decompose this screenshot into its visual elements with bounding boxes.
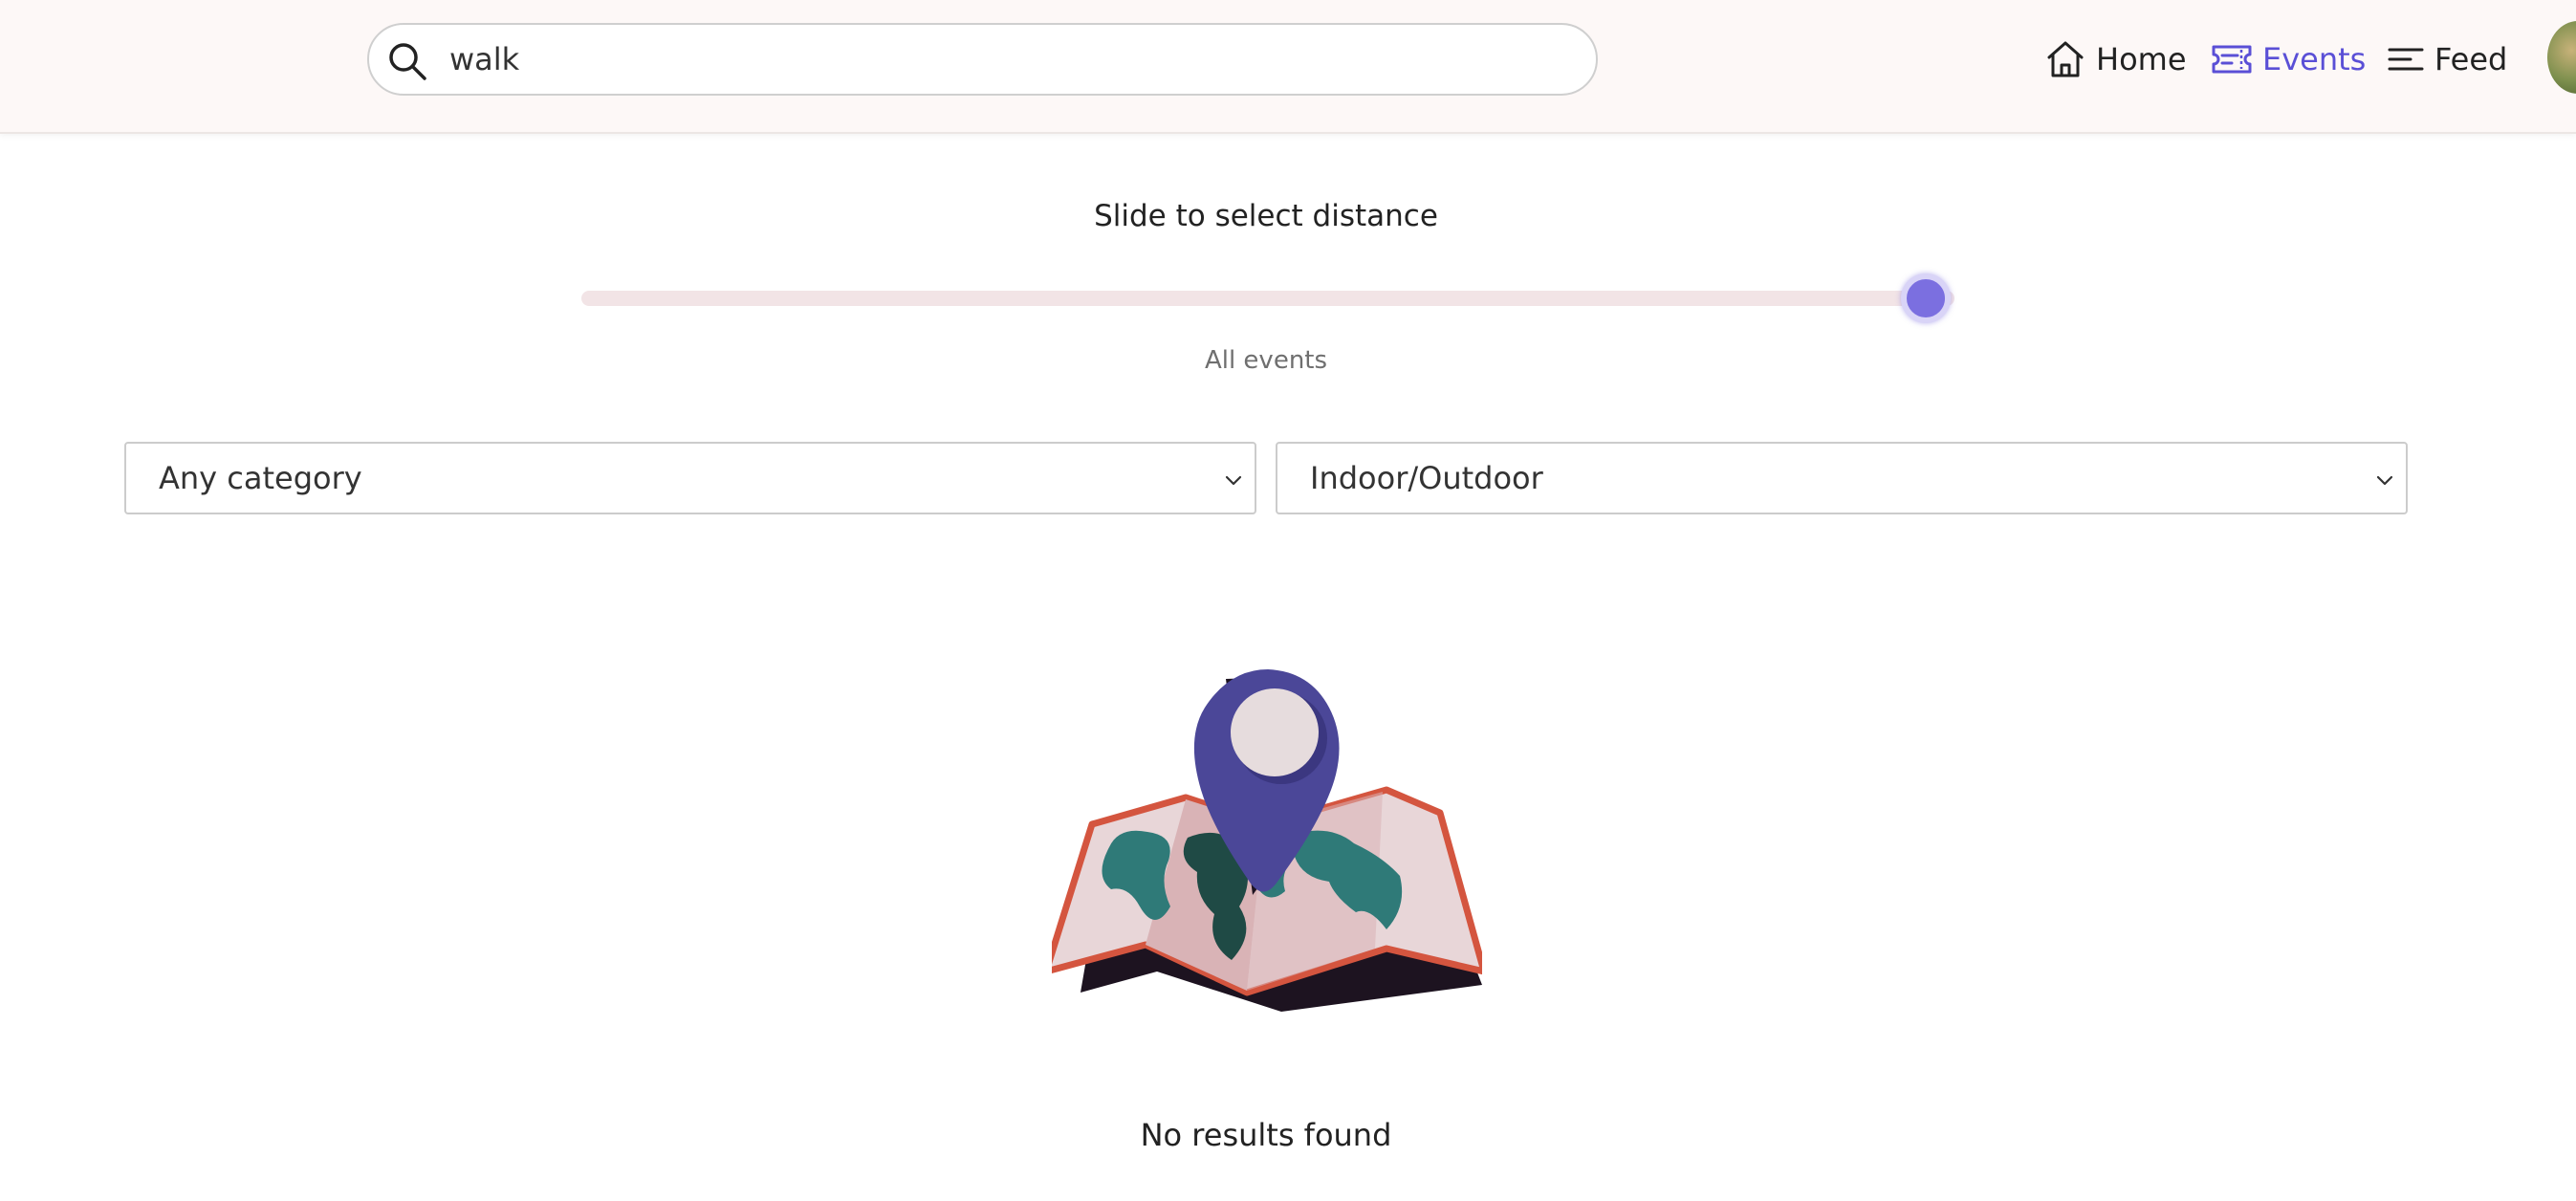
nav-events[interactable]: Events xyxy=(2211,34,2366,84)
nav-home-label: Home xyxy=(2096,41,2187,77)
distance-slider-title: Slide to select distance xyxy=(1094,199,1438,233)
top-navigation-bar: Home Events Feed xyxy=(0,0,2576,134)
no-results-message: No results found xyxy=(1140,1117,1392,1153)
distance-slider-handle[interactable] xyxy=(1901,273,1951,323)
map-pin-illustration xyxy=(1052,669,1482,1012)
user-avatar[interactable] xyxy=(2547,21,2576,94)
feed-lines-icon xyxy=(2388,48,2424,71)
nav-home[interactable]: Home xyxy=(2044,34,2187,84)
distance-slider-caption: All events xyxy=(1204,346,1328,375)
distance-slider-track[interactable] xyxy=(581,291,1954,306)
search-bar[interactable] xyxy=(367,23,1598,96)
search-icon xyxy=(389,43,426,80)
nav-feed-label: Feed xyxy=(2434,41,2508,77)
chevron-down-icon xyxy=(2376,475,2393,486)
category-select[interactable]: Any category xyxy=(124,442,1256,514)
search-input[interactable] xyxy=(448,34,1576,84)
home-icon xyxy=(2047,41,2084,77)
ticket-icon xyxy=(2212,45,2252,74)
category-select-value: Any category xyxy=(159,460,362,496)
nav-events-label: Events xyxy=(2262,41,2367,77)
nav-feed[interactable]: Feed xyxy=(2387,34,2507,84)
indoor-outdoor-select-value: Indoor/Outdoor xyxy=(1310,460,1543,496)
chevron-down-icon xyxy=(1225,475,1242,486)
indoor-outdoor-select[interactable]: Indoor/Outdoor xyxy=(1276,442,2408,514)
